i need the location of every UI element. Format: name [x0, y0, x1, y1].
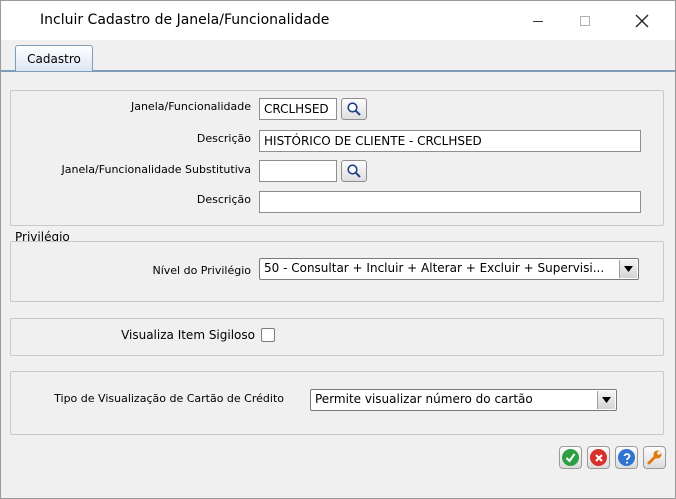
minimize-button[interactable]	[515, 1, 561, 40]
tab-strip: Cadastro	[1, 40, 675, 72]
tools-button[interactable]	[643, 446, 666, 469]
janela-input[interactable]: CRCLHSED	[259, 98, 337, 120]
x-icon	[590, 449, 607, 466]
question-icon	[618, 449, 635, 466]
maximize-button[interactable]	[562, 1, 608, 40]
descricao2-label: Descrição	[196, 193, 251, 206]
cancel-button[interactable]	[587, 446, 610, 469]
minimize-icon	[533, 20, 543, 22]
substitutiva-lookup-button[interactable]	[341, 160, 367, 182]
descricao-input[interactable]: HISTÓRICO DE CLIENTE - CRCLHSED	[259, 130, 641, 152]
window-title: Incluir Cadastro de Janela/Funcionalidad…	[40, 12, 330, 28]
dropdown-arrow-icon[interactable]	[619, 260, 637, 278]
close-button[interactable]	[619, 1, 665, 40]
nivel-select-value: 50 - Consultar + Incluir + Alterar + Exc…	[264, 261, 605, 275]
close-icon	[635, 14, 649, 27]
sigiloso-label: Visualiza Item Sigiloso	[121, 328, 255, 342]
magnifier-icon	[347, 164, 361, 178]
nivel-label: Nível do Privilégio	[152, 264, 251, 277]
help-button[interactable]	[615, 446, 638, 469]
check-icon	[562, 449, 579, 466]
substitutiva-input[interactable]	[259, 160, 337, 182]
cartao-select-value: Permite visualizar número do cartão	[315, 392, 533, 406]
janela-label: Janela/Funcionalidade	[130, 100, 251, 113]
nivel-select[interactable]: 50 - Consultar + Incluir + Alterar + Exc…	[259, 258, 639, 280]
descricao2-input[interactable]	[259, 191, 641, 213]
confirm-button[interactable]	[559, 446, 582, 469]
wrench-icon	[647, 450, 662, 465]
substitutiva-label: Janela/Funcionalidade Substitutiva	[61, 163, 251, 176]
tab-cadastro[interactable]: Cadastro	[15, 45, 93, 71]
maximize-icon	[580, 15, 590, 26]
magnifier-icon	[347, 102, 361, 116]
title-bar: Incluir Cadastro de Janela/Funcionalidad…	[1, 1, 675, 40]
janela-lookup-button[interactable]	[341, 98, 367, 120]
descricao-label: Descrição	[196, 132, 251, 145]
dialog-window: Incluir Cadastro de Janela/Funcionalidad…	[0, 0, 676, 499]
sigiloso-checkbox[interactable]	[261, 328, 275, 342]
cartao-label: Tipo de Visualização de Cartão de Crédit…	[54, 392, 284, 405]
cartao-select[interactable]: Permite visualizar número do cartão	[310, 389, 617, 411]
dropdown-arrow-icon[interactable]	[597, 391, 615, 409]
